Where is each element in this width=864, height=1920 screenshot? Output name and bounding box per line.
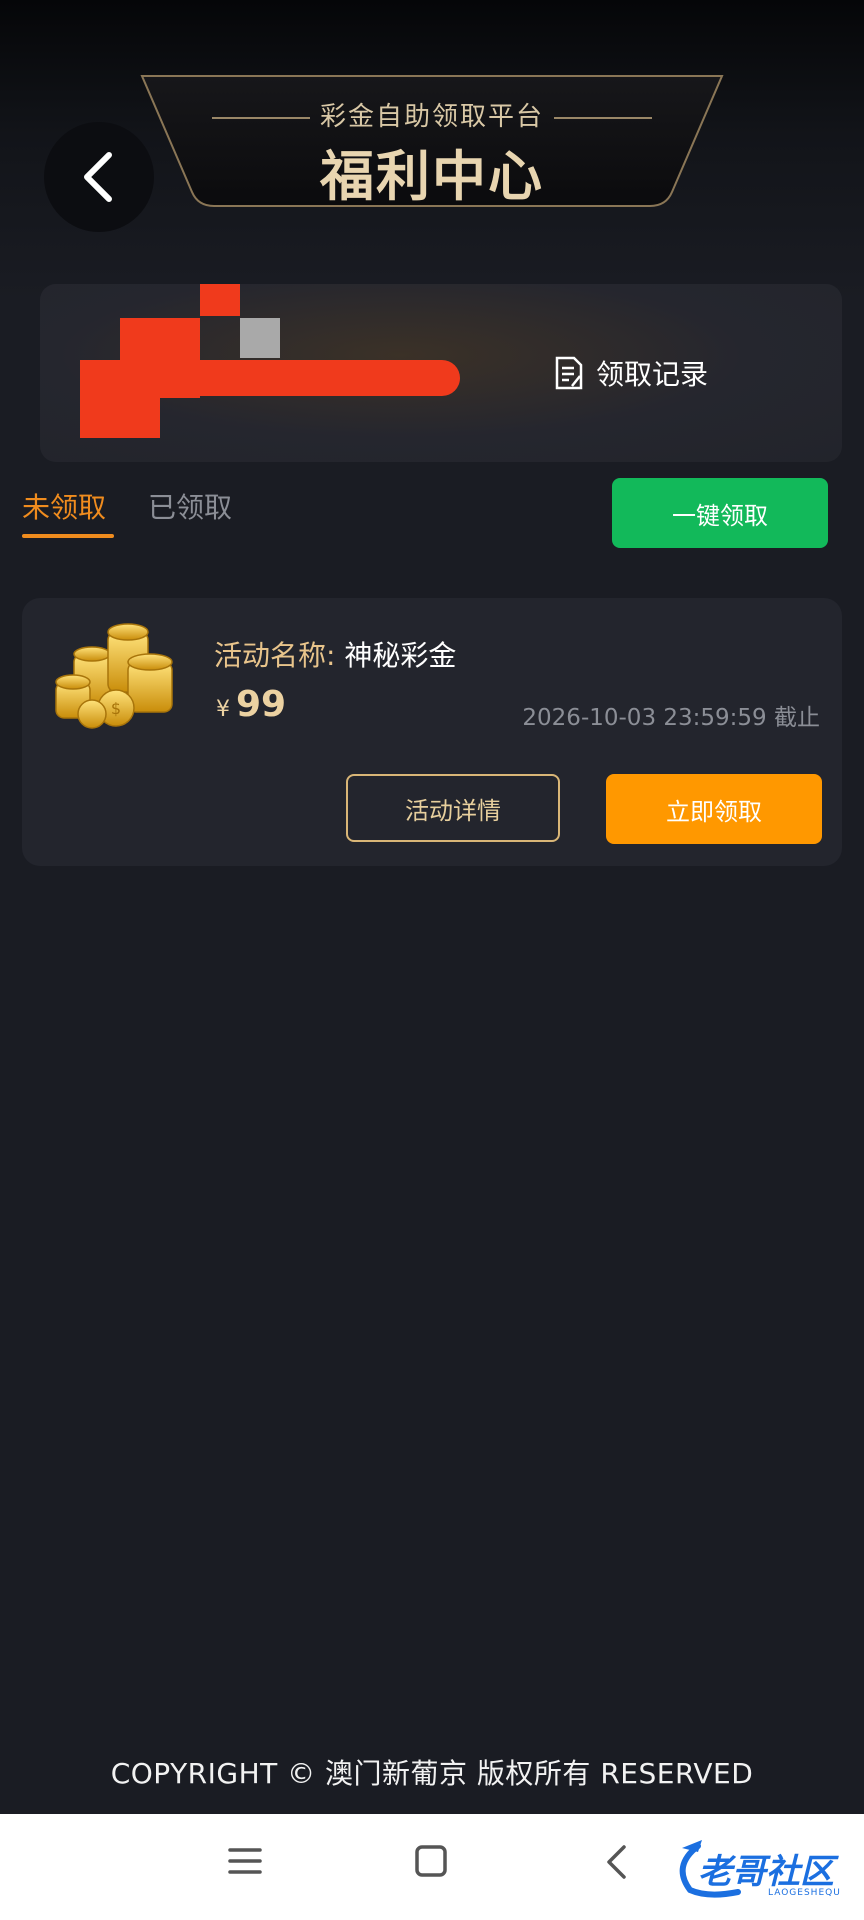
back-arrow-icon <box>607 1845 626 1879</box>
back-button[interactable] <box>44 122 154 232</box>
activity-name: 活动名称: 神秘彩金 <box>214 634 456 674</box>
claim-record-link[interactable]: 领取记录 <box>554 350 708 396</box>
nav-home-button[interactable] <box>414 1844 448 1882</box>
obscured-block <box>240 318 280 358</box>
obscured-block <box>80 360 200 398</box>
page-title: 福利中心 <box>320 145 544 208</box>
header-banner: 彩金自助领取平台 福利中心 <box>140 74 724 214</box>
document-icon <box>555 356 583 390</box>
obscured-block <box>120 318 200 360</box>
obscured-block <box>80 396 160 438</box>
obscured-block <box>200 360 460 396</box>
copyright-text: COPYRIGHT © 澳门新葡京 版权所有 RESERVED <box>110 1757 754 1790</box>
obscured-block <box>200 284 240 316</box>
watermark-logo: 老哥社区 LAOGESHEQU <box>668 1836 858 1900</box>
square-icon <box>415 1845 447 1877</box>
nav-menu-button[interactable] <box>228 1844 262 1882</box>
activity-detail-button[interactable]: 活动详情 <box>346 774 560 842</box>
nav-back-button[interactable] <box>604 1844 630 1884</box>
svg-text:$: $ <box>111 699 121 718</box>
activity-name-key: 活动名称: <box>214 639 336 672</box>
currency-symbol: ¥ <box>216 697 230 722</box>
banner-subtitle: 彩金自助领取平台 <box>140 96 724 133</box>
menu-icon <box>228 1848 262 1874</box>
user-info-card <box>40 284 842 462</box>
watermark-text: 老哥社区 <box>698 1852 834 1892</box>
activity-name-value: 神秘彩金 <box>344 639 457 672</box>
claim-record-label: 领取记录 <box>596 358 709 391</box>
tab-active-indicator <box>22 534 114 538</box>
system-nav-bar: 老哥社区 LAOGESHEQU <box>0 1814 864 1920</box>
gold-coins-icon: $ <box>55 623 173 729</box>
claim-all-button[interactable]: 一键领取 <box>612 478 828 548</box>
activity-deadline: 2026-10-03 23:59:59 截止 <box>522 705 820 731</box>
activity-card: $ 活动名称: 神秘彩金 ¥99 2026-10-03 23:59:59 截止 … <box>22 598 842 866</box>
watermark-subtext: LAOGESHEQU <box>768 1888 841 1898</box>
tab-unclaimed[interactable]: 未领取 <box>22 486 106 526</box>
amount-value: 99 <box>236 684 287 725</box>
tab-claimed[interactable]: 已领取 <box>148 486 232 526</box>
claim-now-button[interactable]: 立即领取 <box>606 774 822 844</box>
chevron-left-icon <box>84 152 112 202</box>
activity-amount: ¥99 <box>216 684 286 725</box>
